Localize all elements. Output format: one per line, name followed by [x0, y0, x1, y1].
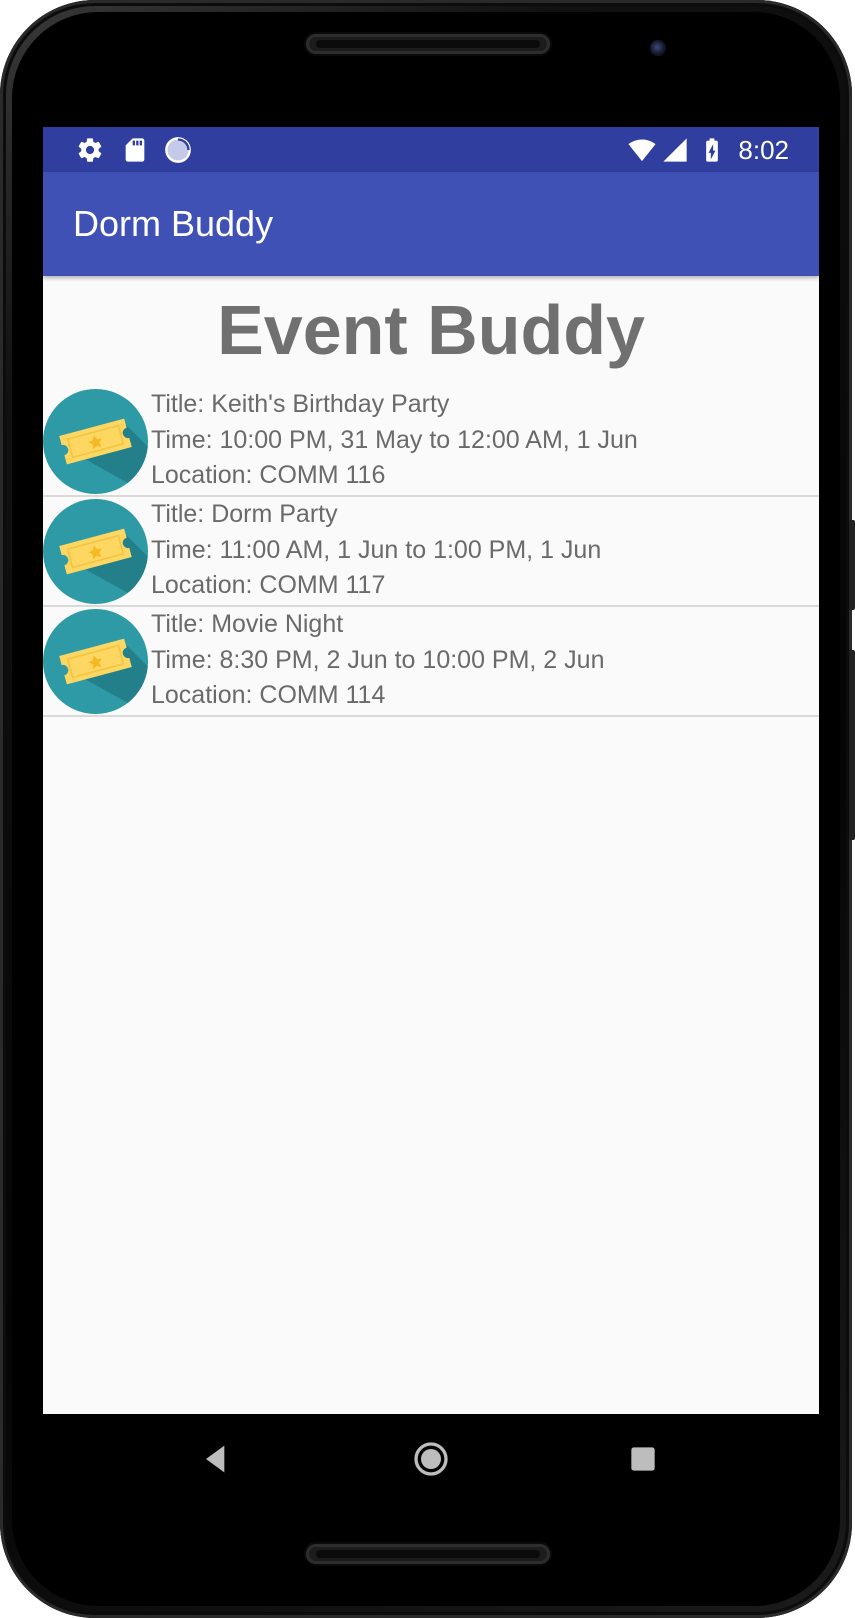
app-title: Dorm Buddy [73, 203, 274, 244]
event-details: Title: Dorm Party Time: 11:00 AM, 1 Jun … [151, 497, 601, 604]
event-location: Location: COMM 117 [151, 571, 386, 599]
event-list: Title: Keith's Birthday Party Time: 10:0… [43, 387, 819, 717]
recents-icon[interactable] [623, 1439, 663, 1479]
event-time: Time: 10:00 PM, 31 May to 12:00 AM, 1 Ju… [151, 425, 638, 454]
event-details: Title: Movie Night Time: 8:30 PM, 2 Jun … [151, 607, 604, 714]
gear-icon [78, 138, 102, 162]
wifi-icon [628, 139, 656, 162]
ticket-icon [43, 389, 148, 494]
battery-charging-icon [706, 138, 718, 162]
top-speaker [306, 34, 550, 54]
status-bar: 8:02 [43, 127, 819, 172]
screen: 8:02 Dorm Buddy Event Buddy Title: Keith… [43, 127, 819, 1414]
navigation-bar [43, 1414, 819, 1504]
event-title: Title: Movie Night [151, 610, 344, 638]
event-title: Title: Keith's Birthday Party [151, 390, 450, 418]
event-details: Title: Keith's Birthday Party Time: 10:0… [151, 387, 638, 494]
event-list-item[interactable]: Title: Movie Night Time: 8:30 PM, 2 Jun … [43, 607, 819, 717]
volume-button [849, 520, 855, 610]
app-bar: Dorm Buddy [43, 172, 819, 276]
cell-signal-icon [663, 138, 687, 162]
event-time: Time: 11:00 AM, 1 Jun to 1:00 PM, 1 Jun [151, 535, 602, 564]
home-icon[interactable] [411, 1439, 451, 1479]
power-button [849, 650, 855, 840]
status-time: 8:02 [738, 135, 789, 165]
ticket-icon [43, 609, 148, 714]
loading-circle-icon [165, 137, 191, 163]
back-icon[interactable] [196, 1439, 236, 1479]
front-camera [650, 40, 666, 56]
event-location: Location: COMM 116 [151, 461, 386, 489]
event-time: Time: 8:30 PM, 2 Jun to 10:00 PM, 2 Jun [151, 645, 605, 674]
event-list-item[interactable]: Title: Keith's Birthday Party Time: 10:0… [43, 387, 819, 497]
event-list-item[interactable]: Title: Dorm Party Time: 11:00 AM, 1 Jun … [43, 497, 819, 607]
event-location: Location: COMM 114 [151, 681, 386, 709]
sd-card-icon [125, 138, 145, 162]
event-title: Title: Dorm Party [151, 500, 338, 528]
ticket-icon [43, 499, 148, 604]
bottom-speaker [306, 1544, 550, 1564]
device-screenshot: 8:02 Dorm Buddy Event Buddy Title: Keith… [0, 0, 855, 1618]
page-heading: Event Buddy [217, 291, 645, 369]
